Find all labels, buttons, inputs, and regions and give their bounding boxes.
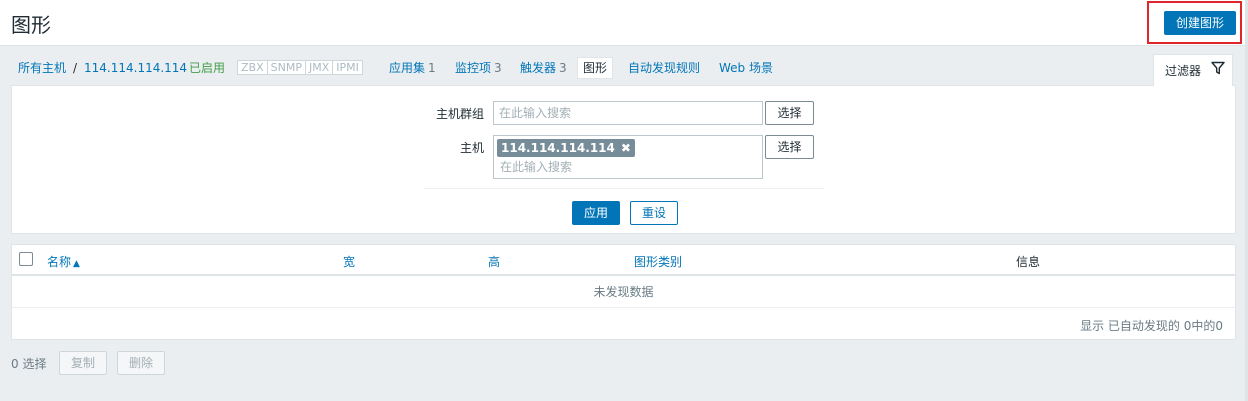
page-title: 图形 bbox=[11, 13, 51, 37]
tab-items[interactable]: 监控项 3 bbox=[455, 56, 502, 80]
host-groups-label: 主机群组 bbox=[435, 107, 484, 121]
host-chip: 114.114.114.114 ✖ bbox=[497, 139, 635, 157]
tab-graphs[interactable]: 图形 bbox=[577, 57, 614, 79]
interface-badge-jmx: JMX bbox=[306, 61, 334, 74]
selected-count: 0 选择 bbox=[11, 357, 47, 371]
host-groups-input[interactable]: 在此输入搜索 bbox=[493, 101, 763, 125]
delete-button[interactable]: 删除 bbox=[117, 351, 165, 375]
host-status-enabled[interactable]: 已启用 bbox=[189, 56, 225, 80]
tab-items-label[interactable]: 监控项 bbox=[455, 61, 491, 75]
paging-info: 显示 已自动发现的 0中的0 bbox=[1080, 319, 1223, 333]
hosts-search-input[interactable]: 在此输入搜索 bbox=[500, 158, 572, 175]
tab-applications-count: 1 bbox=[428, 61, 436, 75]
hosts-select-button[interactable]: 选择 bbox=[765, 135, 814, 159]
column-name[interactable]: 名称 ▲ bbox=[47, 253, 80, 270]
host-chip-label: 114.114.114.114 bbox=[501, 141, 615, 155]
tab-triggers[interactable]: 触发器 3 bbox=[520, 56, 567, 80]
create-graph-button[interactable]: 创建图形 bbox=[1164, 11, 1236, 35]
tab-applications[interactable]: 应用集 1 bbox=[389, 56, 436, 80]
remove-chip-icon[interactable]: ✖ bbox=[621, 141, 631, 155]
column-graph-type[interactable]: 图形类别 bbox=[634, 253, 682, 270]
graphs-table: 名称 ▲ 宽 高 图形类别 信息 未发现数据 显示 已自动发现的 0中的0 bbox=[11, 244, 1236, 340]
page-header: 图形 创建图形 bbox=[0, 0, 1248, 46]
hosts-label: 主机 bbox=[459, 141, 484, 155]
column-name-label[interactable]: 名称 bbox=[47, 255, 71, 269]
tab-items-count: 3 bbox=[494, 61, 502, 75]
tab-triggers-count: 3 bbox=[559, 61, 567, 75]
column-info: 信息 bbox=[1016, 255, 1041, 269]
column-height[interactable]: 高 bbox=[488, 253, 500, 270]
sort-asc-icon: ▲ bbox=[73, 259, 80, 269]
filter-divider bbox=[424, 188, 824, 189]
interface-badge-snmp: SNMP bbox=[268, 61, 306, 74]
tab-applications-label[interactable]: 应用集 bbox=[389, 61, 425, 75]
tab-discovery-rules[interactable]: 自动发现规则 bbox=[628, 56, 700, 80]
hosts-multiselect[interactable]: 114.114.114.114 ✖ 在此输入搜索 bbox=[493, 135, 763, 179]
select-all-checkbox[interactable] bbox=[19, 252, 33, 266]
host-groups-select-button[interactable]: 选择 bbox=[765, 101, 814, 125]
empty-table-message: 未发现数据 bbox=[12, 277, 1235, 308]
breadcrumb-separator: / bbox=[73, 61, 78, 75]
tab-triggers-label[interactable]: 触发器 bbox=[520, 61, 556, 75]
breadcrumb-host[interactable]: 114.114.114.114 bbox=[84, 56, 187, 80]
column-width[interactable]: 宽 bbox=[343, 253, 355, 270]
apply-button[interactable]: 应用 bbox=[572, 201, 620, 225]
filter-tab[interactable]: 过滤器 bbox=[1153, 54, 1233, 86]
reset-button[interactable]: 重设 bbox=[630, 201, 678, 225]
interface-badges: ZBX SNMP JMX IPMI bbox=[237, 60, 363, 75]
table-header: 名称 ▲ 宽 高 图形类别 信息 bbox=[12, 245, 1235, 276]
interface-badge-zbx: ZBX bbox=[238, 61, 268, 74]
filter-tab-label[interactable]: 过滤器 bbox=[1165, 62, 1201, 79]
copy-button[interactable]: 复制 bbox=[59, 351, 107, 375]
tab-web-scenarios[interactable]: Web 场景 bbox=[719, 56, 773, 80]
filter-panel: 主机群组 在此输入搜索 选择 主机 114.114.114.114 ✖ 在此输入搜… bbox=[11, 85, 1236, 234]
breadcrumb-all-hosts[interactable]: 所有主机 bbox=[18, 56, 66, 80]
interface-badge-ipmi: IPMI bbox=[336, 61, 359, 74]
filter-icon[interactable] bbox=[1211, 61, 1225, 75]
